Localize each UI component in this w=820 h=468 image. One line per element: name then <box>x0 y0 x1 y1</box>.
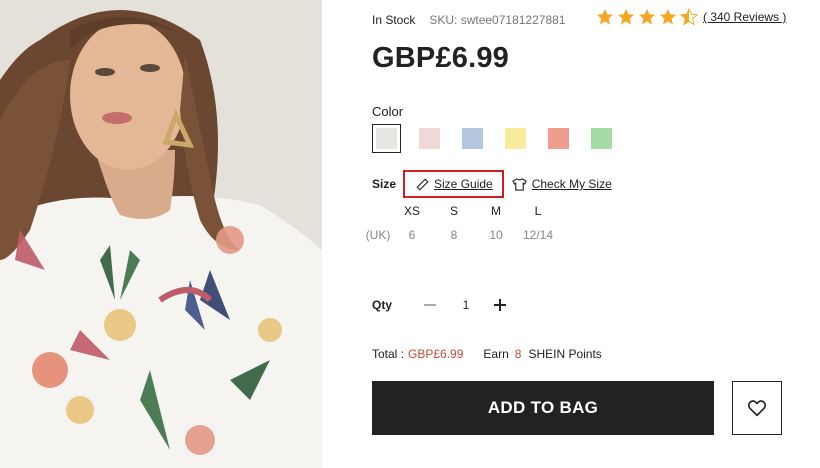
check-my-size-label: Check My Size <box>531 177 612 191</box>
price: GBP£6.99 <box>372 42 510 74</box>
qty-decrease-button[interactable] <box>424 298 438 312</box>
check-my-size-button[interactable]: Check My Size <box>511 177 612 191</box>
wishlist-button[interactable] <box>732 381 782 435</box>
size-option-xs[interactable]: XS <box>392 204 432 218</box>
size-option-m[interactable]: M <box>476 204 516 218</box>
color-swatches <box>372 124 630 153</box>
rating[interactable]: ( 340 Reviews ) <box>596 8 786 26</box>
color-label: Color <box>372 104 404 119</box>
reviews-link[interactable]: ( 340 Reviews ) <box>703 10 786 24</box>
model-photo <box>0 0 322 468</box>
product-info: In Stock SKU: swtee07181227881 ( 340 Rev… <box>366 0 812 468</box>
color-swatch-1[interactable] <box>372 124 401 153</box>
add-to-bag-button[interactable]: ADD TO BAG <box>372 381 714 435</box>
uk-size-s: 8 <box>450 228 458 242</box>
uk-size-m: 10 <box>489 228 503 242</box>
total-label: Total : <box>372 347 405 361</box>
product-image <box>0 0 322 468</box>
color-swatch-3[interactable] <box>458 124 487 153</box>
total-price: GBP£6.99 <box>408 347 464 361</box>
star-icon <box>659 8 677 25</box>
quantity-row: Qty 1 <box>372 298 508 312</box>
points-value: 8 <box>514 347 522 361</box>
size-option-s[interactable]: S <box>434 204 474 218</box>
color-swatch-6[interactable] <box>587 124 616 153</box>
shirt-icon <box>511 177 527 191</box>
stock-status: In Stock <box>372 13 416 27</box>
size-label: Size <box>372 177 397 191</box>
color-swatch-4[interactable] <box>501 124 530 153</box>
qty-label: Qty <box>372 298 393 312</box>
total-row: Total : GBP£6.99 Earn 8 SHEIN Points <box>372 347 602 361</box>
uk-size-l: 12/14 <box>522 228 554 242</box>
qty-value[interactable]: 1 <box>458 298 474 312</box>
half-star-icon <box>680 8 698 26</box>
color-swatch-5[interactable] <box>544 124 573 153</box>
size-guide-label: Size Guide <box>434 177 493 191</box>
heart-icon <box>747 400 767 417</box>
size-row: Size Size Guide Check My Size <box>372 170 612 198</box>
uk-size-xs: 6 <box>408 228 416 242</box>
earn-label: Earn <box>483 347 509 361</box>
sku: SKU: swtee07181227881 <box>429 13 566 27</box>
stock-row: In Stock SKU: swtee07181227881 <box>372 13 565 27</box>
ruler-icon <box>416 177 429 191</box>
star-icon <box>617 8 635 25</box>
star-icon <box>638 8 656 25</box>
qty-increase-button[interactable] <box>494 298 508 312</box>
color-swatch-2[interactable] <box>415 124 444 153</box>
star-icon <box>596 8 614 25</box>
size-option-l[interactable]: L <box>518 204 558 218</box>
points-label: SHEIN Points <box>528 347 602 361</box>
size-guide-button[interactable]: Size Guide <box>403 170 504 198</box>
